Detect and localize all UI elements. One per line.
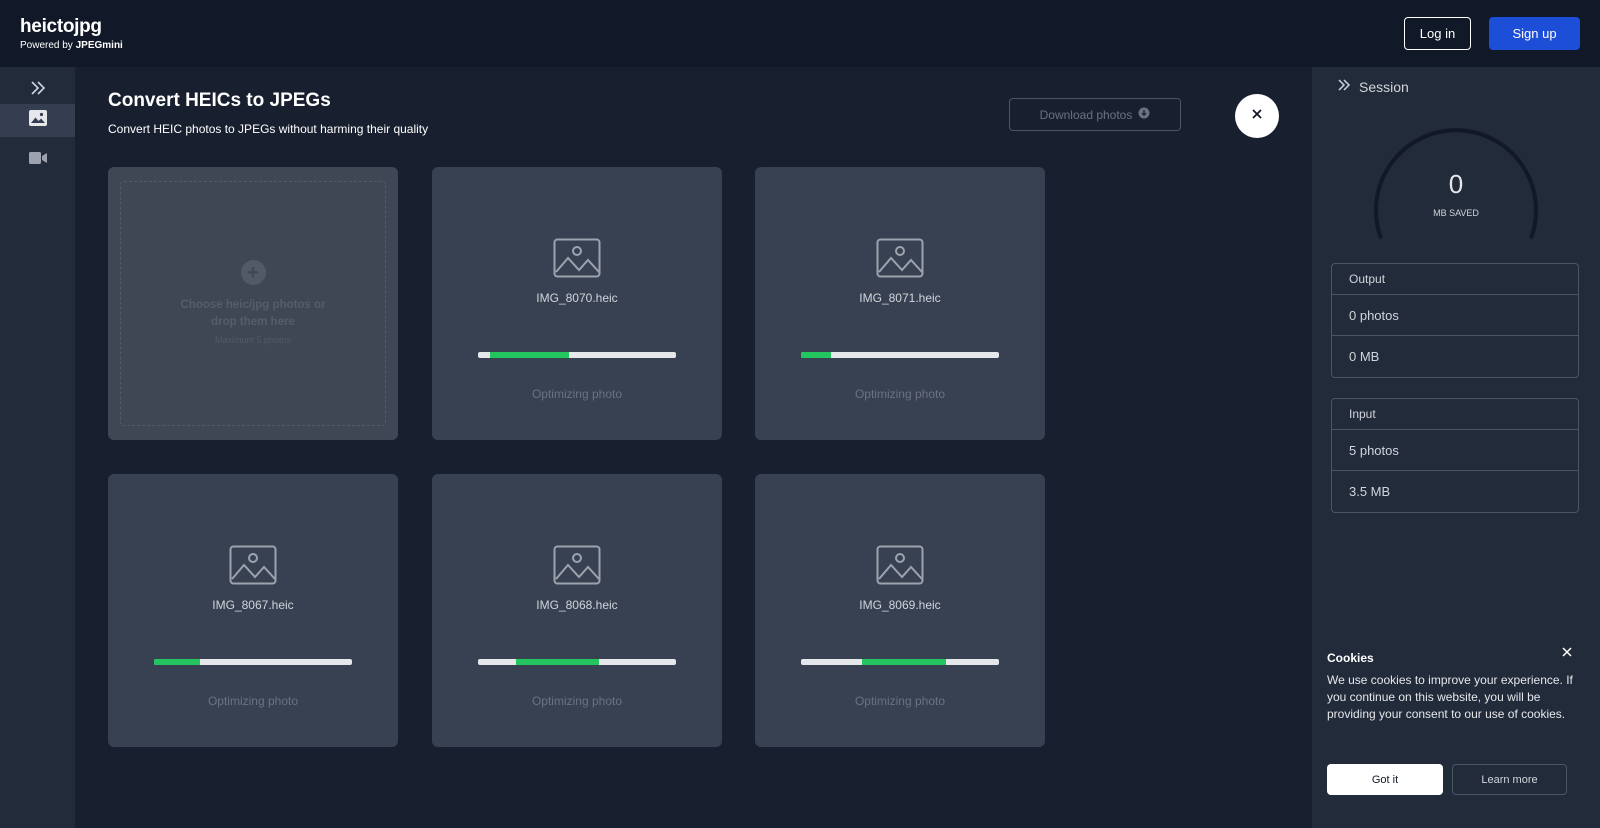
progress-fill <box>801 352 831 358</box>
dropzone-text: Choose heic/jpg photos or drop them here <box>180 299 326 328</box>
photo-card: IMG_8068.heic Optimizing photo <box>432 474 722 747</box>
photo-status: Optimizing photo <box>531 694 623 708</box>
signup-button[interactable]: Sign up <box>1489 17 1580 50</box>
powered-by: Powered by JPEGmini <box>20 40 123 51</box>
close-button[interactable] <box>1235 94 1279 138</box>
login-button[interactable]: Log in <box>1404 17 1471 50</box>
cookie-title: Cookies <box>1327 651 1374 665</box>
photo-filename: IMG_8067.heic <box>212 598 294 612</box>
page-subtitle: Convert HEIC photos to JPEGs without har… <box>108 122 429 136</box>
progress-fill <box>489 352 570 358</box>
collapse-session-icon[interactable] <box>1337 78 1351 95</box>
powered-by-prefix: Powered by <box>20 40 73 51</box>
image-icon <box>28 110 47 131</box>
progress-fill <box>154 659 200 665</box>
sidebar-item-photos[interactable] <box>0 104 75 137</box>
photo-card: IMG_8071.heic Optimizing photo <box>755 167 1045 440</box>
output-size: 0 MB <box>1349 349 1380 364</box>
session-header[interactable]: Session <box>1337 78 1409 95</box>
dropzone-max-label: Maximum 5 photos <box>214 335 292 345</box>
photo-card: IMG_8067.heic Optimizing photo <box>108 474 398 747</box>
video-icon <box>28 151 47 170</box>
photo-filename: IMG_8070.heic <box>536 291 618 305</box>
session-title: Session <box>1359 78 1409 95</box>
cookie-close-icon[interactable] <box>1562 644 1572 660</box>
expand-sidebar-icon[interactable] <box>28 78 48 98</box>
progress-bar <box>154 659 352 665</box>
photo-status: Optimizing photo <box>207 694 299 708</box>
output-title: Output <box>1332 264 1578 295</box>
output-photos: 0 photos <box>1332 295 1578 336</box>
progress-bar <box>478 659 676 665</box>
top-header: heictojpg Powered by JPEGmini Log in Sig… <box>0 0 1600 67</box>
input-photos: 5 photos <box>1332 430 1578 471</box>
photo-card: IMG_8069.heic Optimizing photo <box>755 474 1045 747</box>
download-photos-label: Download photos <box>1039 107 1133 122</box>
close-icon <box>1251 107 1263 125</box>
add-photo-icon[interactable]: + <box>240 260 266 285</box>
got-it-button[interactable]: Got it <box>1327 764 1443 795</box>
photo-status: Optimizing photo <box>854 387 946 401</box>
photo-placeholder-icon <box>553 238 601 278</box>
progress-fill <box>515 659 599 665</box>
input-size: 3.5 MB <box>1349 484 1391 499</box>
page-title: Convert HEICs to JPEGs <box>108 90 331 111</box>
output-panel: Output 0 photos 0 MB <box>1331 263 1579 378</box>
photo-status: Optimizing photo <box>531 387 623 401</box>
photo-placeholder-icon <box>876 545 924 585</box>
photo-filename: IMG_8071.heic <box>859 291 941 305</box>
sidebar-item-videos[interactable] <box>0 144 75 177</box>
progress-bar <box>801 659 999 665</box>
download-circle-icon <box>1138 107 1150 122</box>
powered-by-brand[interactable]: JPEGmini <box>76 40 123 51</box>
photo-status: Optimizing photo <box>854 694 946 708</box>
progress-fill <box>862 659 946 665</box>
photo-filename: IMG_8068.heic <box>536 598 618 612</box>
mb-saved-label: MB SAVED <box>1433 208 1479 218</box>
left-sidebar <box>0 67 75 828</box>
app-logo[interactable]: heictojpg <box>20 16 102 38</box>
photo-card: IMG_8070.heic Optimizing photo <box>432 167 722 440</box>
progress-bar <box>801 352 999 358</box>
progress-bar <box>478 352 676 358</box>
input-panel: Input 5 photos 3.5 MB <box>1331 398 1579 513</box>
learn-more-button[interactable]: Learn more <box>1452 764 1567 795</box>
photo-placeholder-icon <box>876 238 924 278</box>
input-title: Input <box>1332 399 1578 430</box>
photo-placeholder-icon <box>553 545 601 585</box>
cookie-text: We use cookies to improve your experienc… <box>1327 673 1573 721</box>
download-photos-button[interactable]: Download photos <box>1009 98 1181 131</box>
dropzone-area[interactable]: + Choose heic/jpg photos or drop them he… <box>120 181 386 426</box>
photo-placeholder-icon <box>229 545 277 585</box>
mb-saved-value: 0 <box>1448 169 1464 199</box>
cookie-banner: Cookies We use cookies to improve your e… <box>1312 647 1600 801</box>
photo-filename: IMG_8069.heic <box>859 598 941 612</box>
dropzone-card[interactable]: + Choose heic/jpg photos or drop them he… <box>108 167 398 440</box>
